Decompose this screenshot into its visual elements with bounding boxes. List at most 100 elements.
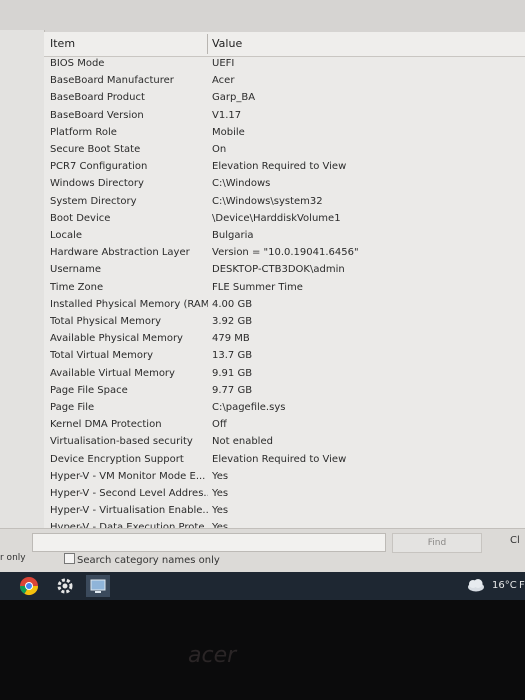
search-category-names-checkbox[interactable]: Search category names only [64, 553, 220, 566]
row-item: Page File [50, 402, 95, 413]
table-row[interactable]: Username DESKTOP-CTB3DOK\admin [44, 262, 525, 279]
table-row[interactable]: BaseBoard Product Garp_BA [44, 90, 525, 107]
svg-text:acer: acer [188, 643, 238, 668]
table-header: Item Value [44, 32, 525, 57]
table-row[interactable]: Available Virtual Memory 9.91 GB [44, 366, 525, 383]
acer-logo-reflection: acer [178, 640, 278, 670]
column-header-value[interactable]: Value [212, 37, 242, 50]
row-value: 13.7 GB [212, 350, 253, 362]
row-item: Windows Directory [50, 178, 144, 190]
table-row[interactable]: BaseBoard Manufacturer Acer [44, 73, 525, 90]
table-row[interactable]: Virtualisation-based security Not enabled [44, 434, 525, 451]
system-summary-table: Item Value BIOS Mode UEFI BaseBoard Manufa… [44, 32, 525, 533]
table-row[interactable]: Secure Boot State On [44, 142, 525, 159]
table-row[interactable]: Windows Directory C:\Windows [44, 176, 525, 193]
weather-icon[interactable] [464, 575, 488, 597]
row-value: Elevation Required to View [212, 453, 347, 465]
table-row[interactable]: Total Virtual Memory 13.7 GB [44, 348, 525, 365]
row-item: Locale [50, 230, 83, 241]
table-row[interactable]: Device Encryption Support Elevation Requi… [44, 452, 525, 469]
row-value: Yes [212, 505, 229, 517]
row-item: PCR7 Configuration [50, 161, 148, 173]
row-item: Hyper-V - VM Monitor Mode E... [50, 470, 206, 482]
table-row[interactable]: BaseBoard Version V1.17 [44, 108, 525, 125]
row-item: Device Encryption Support [50, 453, 184, 465]
row-item: BaseBoard Manufacturer [50, 75, 174, 87]
table-row[interactable]: Hyper-V - Virtualisation Enable... Yes [44, 503, 525, 520]
row-item: Virtualisation-based security [50, 436, 193, 448]
table-row[interactable]: PCR7 Configuration Elevation Required to … [44, 159, 525, 176]
table-row[interactable]: Platform Role Mobile [44, 125, 525, 142]
taskbar: 16°C F [0, 572, 525, 600]
row-value: Garp_BA [212, 92, 256, 104]
system-information-icon[interactable] [86, 575, 110, 597]
row-value: C:\pagefile.sys [212, 402, 286, 413]
row-item: Page File Space [50, 384, 128, 396]
row-item: Hyper-V - Virtualisation Enable... [50, 505, 208, 517]
row-item: Time Zone [50, 281, 104, 293]
table-row[interactable]: Available Physical Memory 479 MB [44, 331, 525, 348]
table-row[interactable]: Installed Physical Memory (RAM) 4.00 GB [44, 297, 525, 314]
find-button[interactable]: Find [392, 533, 482, 553]
row-value: UEFI [212, 58, 235, 69]
close-find-button[interactable]: Cl [510, 535, 520, 546]
column-separator[interactable] [207, 34, 208, 54]
chrome-icon[interactable] [18, 575, 40, 597]
row-value: FLE Summer Time [212, 281, 303, 293]
row-item: Available Physical Memory [50, 333, 183, 345]
row-item: Installed Physical Memory (RAM) [50, 298, 208, 310]
row-item: Secure Boot State [50, 144, 141, 155]
row-item: Available Virtual Memory [50, 367, 175, 379]
taskbar-edge-text: F [519, 580, 525, 591]
row-value: Off [212, 419, 227, 431]
screen: Item Value BIOS Mode UEFI BaseBoard Manufa… [0, 0, 525, 600]
row-item: Platform Role [50, 126, 117, 138]
column-header-item[interactable]: Item [50, 37, 75, 50]
table-row[interactable]: Hardware Abstraction Layer Version = "10.… [44, 245, 525, 262]
row-value: Version = "10.0.19041.6456" [212, 247, 359, 259]
table-row[interactable]: Boot Device \Device\HarddiskVolume1 [44, 211, 525, 228]
row-item: Total Virtual Memory [50, 350, 154, 362]
row-value: \Device\HarddiskVolume1 [212, 212, 341, 224]
row-item: Hardware Abstraction Layer [50, 247, 190, 259]
table-row[interactable]: Locale Bulgaria [44, 228, 525, 245]
table-row[interactable]: BIOS Mode UEFI [44, 56, 525, 73]
row-value: On [212, 144, 227, 155]
row-value: Not enabled [212, 436, 273, 448]
row-value: Yes [212, 470, 229, 482]
table-row[interactable]: Page File C:\pagefile.sys [44, 400, 525, 417]
row-item: System Directory [50, 195, 137, 207]
row-value: Elevation Required to View [212, 161, 347, 173]
find-what-input[interactable] [32, 533, 386, 552]
table-row[interactable]: Page File Space 9.77 GB [44, 383, 525, 400]
table-row[interactable]: Kernel DMA Protection Off [44, 417, 525, 434]
row-value: 9.77 GB [212, 384, 253, 396]
weather-temperature[interactable]: 16°C [492, 580, 517, 591]
settings-icon[interactable] [54, 575, 76, 597]
row-value: C:\Windows [212, 178, 271, 190]
search-category-names-label: Search category names only [77, 555, 220, 566]
checkbox-box[interactable] [64, 553, 75, 564]
table-row[interactable]: Hyper-V - Second Level Addres... Yes [44, 486, 525, 503]
search-selected-category-label[interactable]: r only [0, 553, 26, 563]
category-tree-pane[interactable] [0, 30, 45, 528]
row-item: Kernel DMA Protection [50, 419, 162, 431]
row-item: BaseBoard Version [50, 109, 144, 121]
table-row[interactable]: Total Physical Memory 3.92 GB [44, 314, 525, 331]
table-row[interactable]: Time Zone FLE Summer Time [44, 280, 525, 297]
table-row[interactable]: Hyper-V - VM Monitor Mode E... Yes [44, 469, 525, 486]
row-value: V1.17 [212, 109, 242, 121]
table-row[interactable]: System Directory C:\Windows\system32 [44, 194, 525, 211]
row-value: Acer [212, 75, 235, 87]
row-value: 9.91 GB [212, 367, 253, 379]
row-item: BIOS Mode [50, 58, 105, 69]
find-bar: Find Cl r only Search category names onl… [0, 528, 525, 573]
row-value: C:\Windows\system32 [212, 195, 323, 207]
row-item: Hyper-V - Second Level Addres... [50, 488, 208, 499]
row-value: 3.92 GB [212, 316, 253, 327]
row-item: Boot Device [50, 212, 111, 224]
row-value: DESKTOP-CTB3DOK\admin [212, 264, 345, 276]
row-value: 479 MB [212, 333, 250, 345]
row-item: Total Physical Memory [50, 316, 162, 327]
row-value: Mobile [212, 126, 245, 138]
